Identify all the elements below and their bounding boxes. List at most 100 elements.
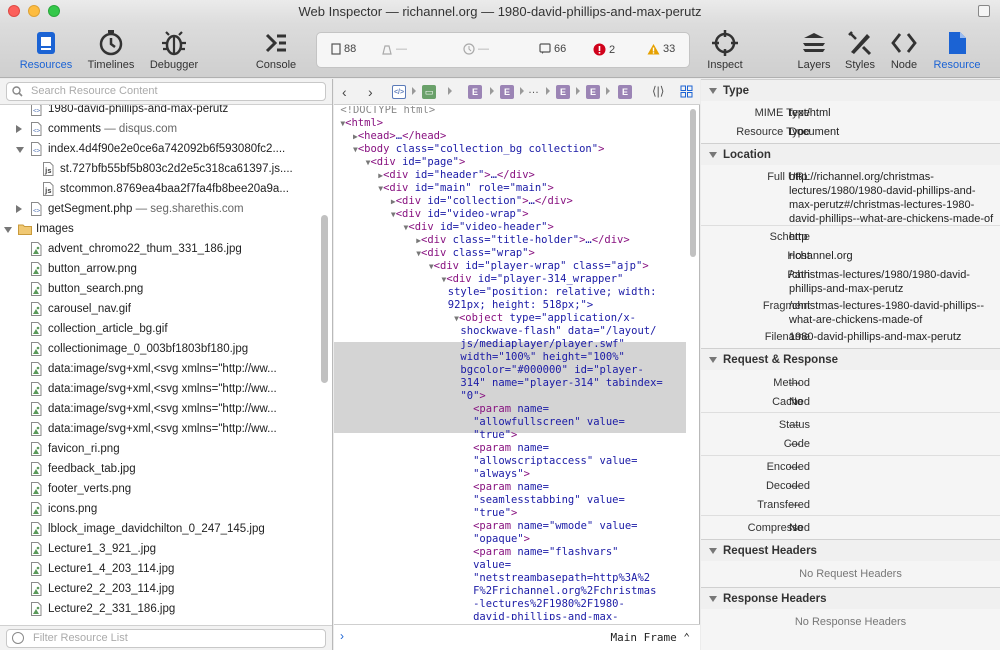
dom-node-line[interactable]: style="position: relative; width:	[334, 286, 686, 299]
source-toggle-icon[interactable]: ⟨|⟩	[652, 84, 664, 98]
dom-node-line[interactable]: value=	[334, 559, 686, 572]
warning-count[interactable]: 33	[647, 43, 675, 59]
dom-node-line[interactable]: "always">	[334, 468, 686, 481]
response-headers-section-header[interactable]: Response Headers	[701, 587, 1000, 609]
dom-node-line[interactable]: <param name="flashvars"	[334, 546, 686, 559]
resource-item[interactable]: feedback_tab.jpg	[0, 459, 332, 479]
grid-view-icon[interactable]	[680, 85, 693, 98]
resource-item[interactable]: data:image/svg+xml,<svg xmlns="http://ww…	[0, 419, 332, 439]
resource-item[interactable]: Lecture1_3_921_.jpg	[0, 539, 332, 559]
dom-node-line[interactable]: <param name=	[334, 481, 686, 494]
resource-item[interactable]: js st.727bfb55bf5b803c2d2e5c318ca61397.js…	[0, 159, 332, 179]
resources-tab[interactable]: Resources	[14, 26, 78, 76]
resource-count[interactable]: 88	[331, 43, 356, 59]
breadcrumb-element[interactable]: E	[500, 85, 514, 99]
dom-node-line[interactable]: "true">	[334, 507, 686, 520]
request-headers-section-header[interactable]: Request Headers	[701, 539, 1000, 561]
dom-node-line[interactable]: "true">	[334, 429, 686, 442]
dom-node-line[interactable]: ▼<body class="collection_bg collection">	[334, 143, 686, 156]
resource-tab[interactable]: Resource	[928, 26, 986, 76]
dom-node-line[interactable]: width="100%" height="100%"	[334, 351, 686, 364]
resource-item[interactable]: footer_verts.png	[0, 479, 332, 499]
disclosure-open-icon[interactable]	[4, 227, 12, 233]
resource-item[interactable]: collection_article_bg.gif	[0, 319, 332, 339]
resource-folder[interactable]: Images	[0, 219, 332, 239]
dom-node-line[interactable]: ▼<div id="main" role="main">	[334, 182, 686, 195]
dom-tree[interactable]: <!DOCTYPE html> ▼<html> ▶<head>…</head> …	[334, 106, 686, 620]
dom-node-line[interactable]: <param name=	[334, 403, 686, 416]
log-count[interactable]: 66	[539, 43, 566, 59]
dom-node-line[interactable]: ▼<div id="player-314_wrapper"	[334, 273, 686, 286]
resource-size[interactable]: —	[381, 43, 407, 59]
dom-node-line[interactable]: ▶<div id="collection">…</div>	[334, 195, 686, 208]
dom-node-line[interactable]: ▼<div id="video-wrap">	[334, 208, 686, 221]
dom-node-line[interactable]: <param name=	[334, 442, 686, 455]
resource-item[interactable]: data:image/svg+xml,<svg xmlns="http://ww…	[0, 399, 332, 419]
styles-tab[interactable]: Styles	[838, 26, 882, 76]
resource-item[interactable]: <> comments — disqus.com	[0, 119, 332, 139]
detach-window-button[interactable]	[978, 5, 990, 17]
dom-node-line[interactable]: ▼<object type="application/x-	[334, 312, 686, 325]
dom-scrollbar[interactable]	[690, 109, 696, 257]
dom-node-line[interactable]: bgcolor="#000000" id="player-	[334, 364, 686, 377]
dom-node-line[interactable]: ▼<div class="wrap">	[334, 247, 686, 260]
sidebar-scrollbar[interactable]	[321, 215, 328, 383]
dom-node-line[interactable]: ▶<div id="header">…</div>	[334, 169, 686, 182]
search-resource-input[interactable]: Search Resource Content	[6, 82, 326, 101]
disclosure-closed-icon[interactable]	[16, 205, 22, 213]
dom-node-line[interactable]: js/mediaplayer/player.swf"	[334, 338, 686, 351]
resource-item[interactable]: icons.png	[0, 499, 332, 519]
resource-item[interactable]: advent_chromo22_thum_331_186.jpg	[0, 239, 332, 259]
dom-node-line[interactable]: <param name="wmode" value=	[334, 520, 686, 533]
dom-node-line[interactable]: ▶<div class="title-holder">…</div>	[334, 234, 686, 247]
breadcrumb-document[interactable]: </>	[392, 85, 406, 99]
resource-item[interactable]: carousel_nav.gif	[0, 299, 332, 319]
dom-node-line[interactable]: <!DOCTYPE html>	[334, 106, 686, 117]
dom-node-line[interactable]: 921px; height: 518px;">	[334, 299, 686, 312]
dom-node-line[interactable]: "opaque">	[334, 533, 686, 546]
resource-item[interactable]: button_search.png	[0, 279, 332, 299]
dom-node-line[interactable]: 314" name="player-314" tabindex=	[334, 377, 686, 390]
dom-node-line[interactable]: "allowscriptaccess" value=	[334, 455, 686, 468]
breadcrumb-frame[interactable]: ▭	[422, 85, 436, 99]
breadcrumb-element-selected[interactable]: E	[618, 85, 632, 99]
dom-node-line[interactable]: ▼<html>	[334, 117, 686, 130]
disclosure-open-icon[interactable]	[16, 147, 24, 153]
breadcrumb-element[interactable]: E	[556, 85, 570, 99]
dom-node-line[interactable]: -lectures%2F1980%2F1980-	[334, 598, 686, 611]
disclosure-closed-icon[interactable]	[16, 125, 22, 133]
error-count[interactable]: 2	[593, 43, 615, 59]
resource-item[interactable]: collectionimage_0_003bf1803bf180.jpg	[0, 339, 332, 359]
dom-node-line[interactable]: "allowfullscreen" value=	[334, 416, 686, 429]
breadcrumb-element[interactable]: E	[586, 85, 600, 99]
resource-item[interactable]: <> getSegment.php — seg.sharethis.com	[0, 199, 332, 219]
dom-node-line[interactable]: "0">	[334, 390, 686, 403]
dom-node-line[interactable]: ▼<div id="player-wrap" class="ajp">	[334, 260, 686, 273]
breadcrumb-element[interactable]: E	[468, 85, 482, 99]
layers-tab[interactable]: Layers	[792, 26, 836, 76]
dom-node-line[interactable]: david-phillips-and-max-	[334, 611, 686, 620]
location-section-header[interactable]: Location	[701, 143, 1000, 165]
type-section-header[interactable]: Type	[701, 79, 1000, 101]
dom-node-line[interactable]: "seamlesstabbing" value=	[334, 494, 686, 507]
forward-arrow-icon[interactable]: ›	[368, 85, 373, 99]
resource-item[interactable]: js stcommon.8769ea4baa2f7fa4fb8bee20a9a..…	[0, 179, 332, 199]
console-tab[interactable]: Console	[248, 26, 304, 76]
quick-console[interactable]: › Main Frame ⌃	[334, 624, 700, 650]
frame-selector[interactable]: Main Frame ⌃	[611, 631, 690, 644]
resource-item[interactable]: Lecture2_2_203_114.jpg	[0, 579, 332, 599]
resource-item[interactable]: data:image/svg+xml,<svg xmlns="http://ww…	[0, 379, 332, 399]
back-arrow-icon[interactable]: ‹	[342, 85, 347, 99]
dom-node-line[interactable]: "netstreambasepath=http%3A%2	[334, 572, 686, 585]
resource-item[interactable]: Lecture2_2_331_186.jpg	[0, 599, 332, 619]
debugger-tab[interactable]: Debugger	[144, 26, 204, 76]
dom-node-line[interactable]: ▼<div id="page">	[334, 156, 686, 169]
resource-item[interactable]: favicon_ri.png	[0, 439, 332, 459]
dom-node-line[interactable]: F%2Frichannel.org%2Fchristmas	[334, 585, 686, 598]
request-response-section-header[interactable]: Request & Response	[701, 348, 1000, 370]
resource-item[interactable]: data:image/svg+xml,<svg xmlns="http://ww…	[0, 359, 332, 379]
dom-node-line[interactable]: shockwave-flash" data="/layout/	[334, 325, 686, 338]
resource-item[interactable]: Lecture1_4_203_114.jpg	[0, 559, 332, 579]
resource-item[interactable]: <> 1980-david-phillips-and-max-perutz	[0, 105, 332, 119]
dom-node-line[interactable]: ▶<head>…</head>	[334, 130, 686, 143]
